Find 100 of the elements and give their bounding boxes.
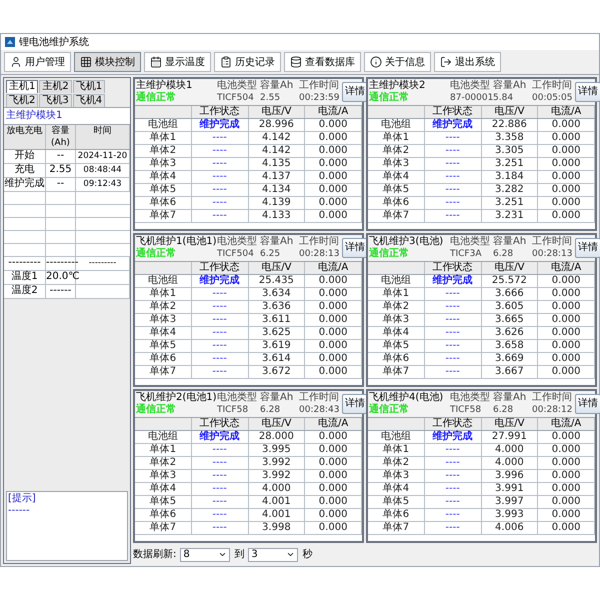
table-cell: 单体7: [150, 522, 176, 533]
tab[interactable]: 飞机3: [39, 94, 72, 107]
table-cell: ----: [445, 210, 460, 221]
table-cell: 4.001: [262, 509, 291, 520]
tab[interactable]: 飞机2: [6, 94, 38, 107]
toolbar-button[interactable]: 用户管理: [4, 52, 71, 72]
field-value: 6.28: [493, 248, 514, 260]
field-value: 5.84: [493, 92, 514, 104]
table-cell: 3.251: [495, 197, 524, 208]
table-cell: 单体1: [150, 444, 176, 455]
details-button[interactable]: 详情: [342, 394, 368, 414]
tab[interactable]: 主机2: [39, 80, 72, 93]
table-cell: 22.886: [492, 119, 527, 130]
details-button[interactable]: 详情: [575, 82, 600, 102]
status-text: 通信正常: [369, 404, 410, 416]
table-cell: 充电: [14, 164, 34, 175]
table-cell: 0.000: [552, 366, 580, 377]
table-cell: 单体4: [150, 327, 176, 338]
toolbar-button[interactable]: 关于信息: [364, 52, 431, 72]
table-cell: 单体6: [150, 509, 176, 520]
field-value: TICF504: [217, 248, 255, 260]
app-icon: [5, 37, 15, 47]
details-button[interactable]: 详情: [575, 394, 600, 414]
table-cell: 温度1: [11, 271, 38, 282]
table-cell: 单体3: [382, 470, 410, 481]
grid-icon: [80, 56, 92, 68]
table-cell: ----: [212, 483, 227, 494]
table-cell: 维护完成: [4, 178, 44, 189]
table-cell: ----: [445, 444, 460, 455]
field-value: 00:05:05: [532, 92, 574, 104]
column-header: 时间: [94, 126, 112, 136]
table-cell: ------: [50, 285, 72, 296]
toolbar-button[interactable]: 历史记录: [214, 52, 281, 72]
table-cell: 0.000: [318, 197, 348, 208]
table-cell: ----: [445, 366, 460, 377]
tab[interactable]: 飞机1: [72, 80, 106, 93]
table-cell: 0.000: [552, 522, 580, 533]
column-header: 工作状态: [432, 418, 473, 429]
status-text: 通信正常: [136, 404, 177, 416]
table-cell: 0.000: [552, 314, 580, 325]
table-cell: 单体1: [150, 288, 176, 299]
field-value: 00:28:43: [299, 404, 340, 416]
table-cell: 单体2: [382, 301, 410, 312]
tab[interactable]: 主机1: [6, 80, 38, 93]
table-cell: ----: [212, 340, 227, 351]
details-button[interactable]: 详情: [342, 82, 368, 102]
calendar-icon: [150, 56, 162, 68]
table-cell: 0.000: [318, 340, 348, 351]
column-header: 电压/V: [494, 106, 524, 117]
table-cell: ----: [212, 366, 227, 377]
table-cell: 单体1: [382, 132, 410, 143]
table-cell: ----: [212, 158, 227, 169]
details-button[interactable]: 详情: [342, 238, 368, 258]
table-cell: 0.000: [318, 327, 348, 338]
table-cell: 3.991: [495, 483, 524, 494]
table-cell: 4.139: [262, 197, 291, 208]
table-cell: 3.665: [495, 314, 524, 325]
table-cell: 4.142: [262, 145, 291, 156]
refresh-from-select[interactable]: 8: [180, 548, 230, 562]
field-value: 00:28:13: [532, 248, 574, 260]
table-cell: 维护完成: [432, 119, 473, 130]
table-cell: ----: [212, 184, 227, 195]
database-icon: [290, 56, 302, 68]
table-cell: 3.672: [262, 366, 291, 377]
toolbar-button[interactable]: 退出系统: [434, 52, 501, 72]
field-value: 87-00001: [450, 92, 492, 104]
table-cell: ----: [445, 353, 460, 364]
module-name: 飞机维护1(电池1): [136, 236, 216, 248]
table-cell: 0.000: [318, 171, 348, 182]
table-cell: 4.134: [262, 184, 291, 195]
field-label: 电池类型: [450, 392, 491, 404]
table-cell: 单体2: [150, 145, 176, 156]
refresh-to-select[interactable]: 3: [248, 548, 298, 562]
module-name: 主维护模块2: [369, 80, 426, 92]
table-cell: 单体5: [382, 496, 410, 507]
status-text: 通信正常: [136, 92, 177, 104]
table-cell: ----: [212, 145, 227, 156]
column-header: 电流/A: [551, 106, 582, 117]
column-header: 工作状态: [200, 262, 240, 273]
toolbar-button[interactable]: 模块控制: [74, 52, 141, 72]
table-cell: ----: [445, 145, 460, 156]
table-cell: 单体5: [382, 184, 410, 195]
column-header: 电流/A: [318, 106, 348, 117]
table-cell: 维护完成: [200, 431, 240, 442]
table-cell: 28.000: [258, 431, 294, 442]
table-cell: 3.667: [495, 366, 524, 377]
table-cell: 0.000: [552, 431, 580, 442]
toolbar-button[interactable]: 显示温度: [144, 52, 211, 72]
field-value: 6.28: [493, 404, 514, 416]
table-cell: 0.000: [318, 431, 348, 442]
table-cell: 0.000: [318, 353, 348, 364]
field-value: 2.55: [260, 92, 282, 104]
table-cell: 0.000: [318, 483, 348, 494]
table-cell: 3.995: [262, 444, 291, 455]
toolbar-button[interactable]: 查看数据库: [284, 52, 361, 72]
table-cell: 单体6: [382, 197, 410, 208]
tab[interactable]: 飞机4: [72, 94, 106, 107]
details-button[interactable]: 详情: [575, 238, 600, 258]
table-cell: ----: [445, 301, 460, 312]
table-cell: 0.000: [552, 158, 580, 169]
